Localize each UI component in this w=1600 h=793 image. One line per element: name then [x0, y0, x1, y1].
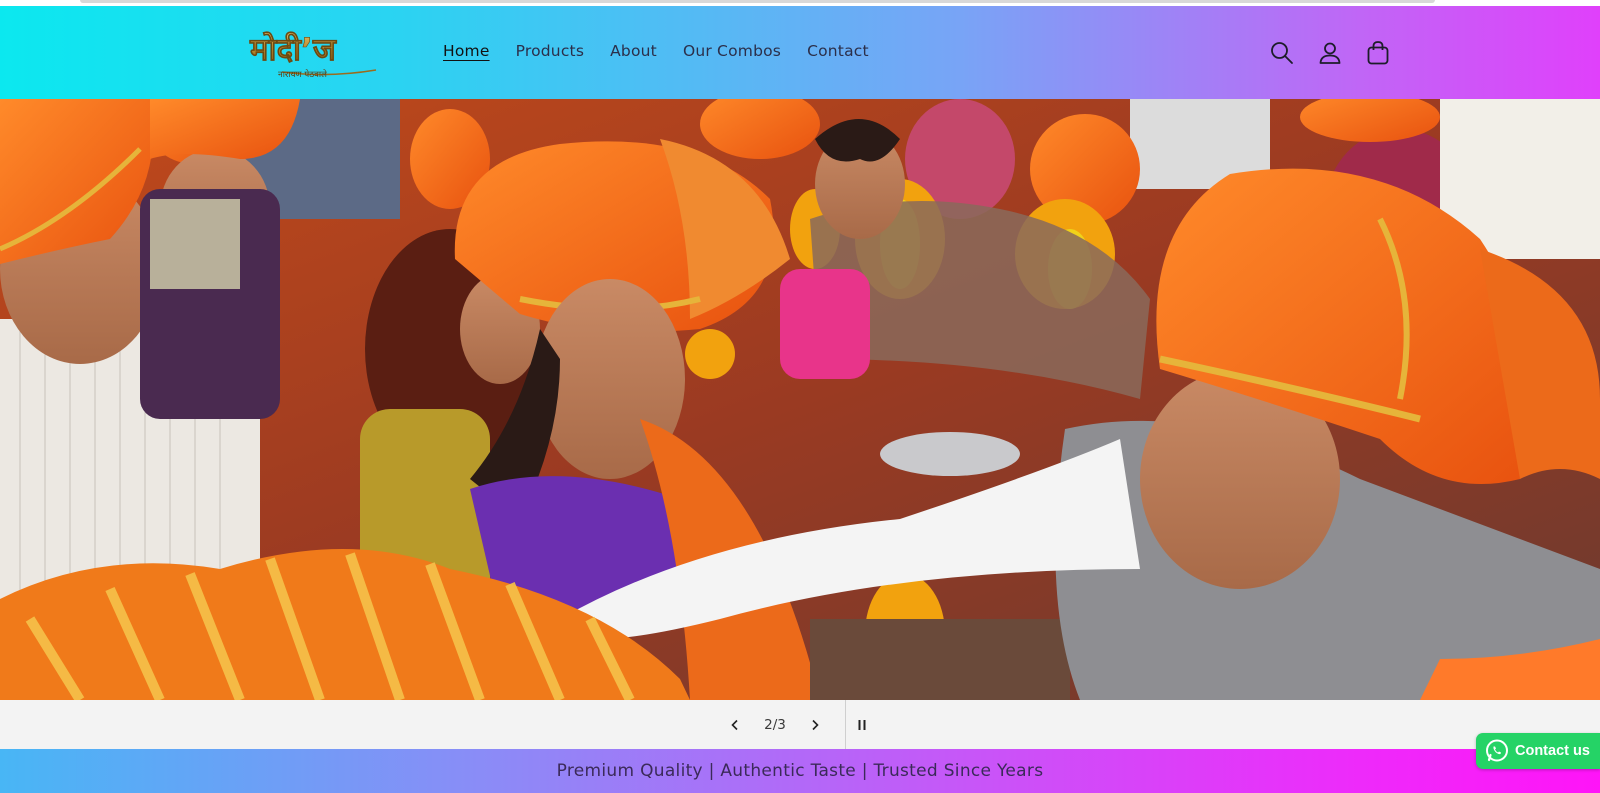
nav-products[interactable]: Products: [516, 42, 585, 60]
announcement-text: Premium Quality | Authentic Taste | Trus…: [556, 761, 1044, 781]
chevron-left-icon: [731, 719, 738, 730]
announcement-bar: Premium Quality | Authentic Taste | Trus…: [0, 749, 1600, 793]
search-icon[interactable]: [1268, 39, 1296, 67]
cart-icon[interactable]: [1364, 39, 1392, 67]
logo-text: मोदी’ज: [249, 31, 337, 68]
nav-about[interactable]: About: [610, 42, 657, 60]
whatsapp-label: Contact us: [1515, 743, 1590, 759]
nav-home[interactable]: Home: [443, 42, 490, 60]
logo-subtext: नारायण पेठवाले: [278, 69, 327, 80]
site-header: मोदी’ज नारायण पेठवाले Home Products Abou…: [0, 6, 1600, 99]
main-nav: Home Products About Our Combos Contact: [443, 42, 895, 60]
slide-counter: 2/3: [764, 716, 786, 733]
hero-slideshow-image: [0, 99, 1600, 700]
slideshow-controls: 2/3: [0, 700, 1600, 749]
account-icon[interactable]: [1316, 39, 1344, 67]
whatsapp-icon: [1486, 739, 1508, 762]
pause-icon: [858, 719, 866, 730]
slider-controls: 2/3: [715, 700, 878, 749]
previous-slide-button[interactable]: [715, 700, 755, 749]
page: मोदी’ज नारायण पेठवाले Home Products Abou…: [0, 0, 1600, 793]
nav-contact[interactable]: Contact: [807, 42, 869, 60]
header-icons: [1268, 39, 1392, 67]
site-logo[interactable]: मोदी’ज नारायण पेठवाले: [248, 28, 388, 84]
pause-slideshow-button[interactable]: [846, 700, 878, 749]
chevron-right-icon: [812, 719, 819, 730]
whatsapp-contact-button[interactable]: Contact us: [1476, 733, 1600, 769]
nav-our-combos[interactable]: Our Combos: [683, 42, 781, 60]
next-slide-button[interactable]: [795, 700, 835, 749]
